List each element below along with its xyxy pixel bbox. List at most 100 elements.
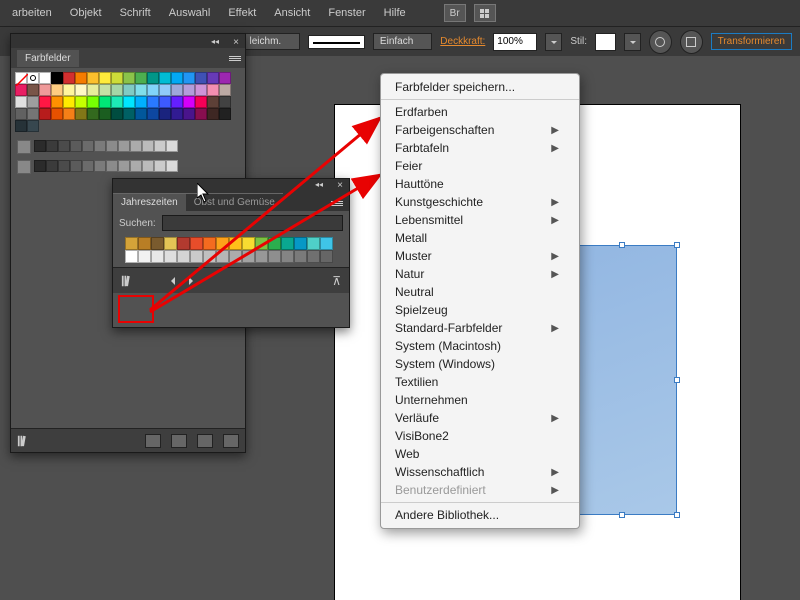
swatch[interactable] bbox=[70, 160, 82, 172]
swatch[interactable] bbox=[177, 250, 190, 263]
swatch[interactable] bbox=[307, 237, 320, 250]
opacity-input[interactable] bbox=[493, 33, 537, 51]
swatch[interactable] bbox=[195, 96, 207, 108]
swatch[interactable] bbox=[118, 160, 130, 172]
swatch[interactable] bbox=[320, 237, 333, 250]
menu-type[interactable]: Schrift bbox=[112, 3, 159, 23]
menu-item[interactable]: Erdfarben bbox=[381, 103, 579, 121]
swatch[interactable] bbox=[294, 237, 307, 250]
library-icon[interactable] bbox=[17, 434, 31, 448]
sel-handle[interactable] bbox=[619, 242, 625, 248]
swatch[interactable] bbox=[281, 237, 294, 250]
menu-item[interactable]: Farbeigenschaften▶ bbox=[381, 121, 579, 139]
close-icon[interactable]: × bbox=[337, 180, 343, 191]
swatch[interactable] bbox=[118, 140, 130, 152]
swatch[interactable] bbox=[39, 72, 51, 84]
panel-menu-icon[interactable] bbox=[331, 201, 343, 211]
menu-item[interactable]: Wissenschaftlich▶ bbox=[381, 463, 579, 481]
swatch[interactable] bbox=[27, 120, 39, 132]
swatch[interactable] bbox=[75, 84, 87, 96]
swatch[interactable] bbox=[147, 72, 159, 84]
swatch[interactable] bbox=[99, 108, 111, 120]
menu-item[interactable]: Standard-Farbfelder▶ bbox=[381, 319, 579, 337]
menu-select[interactable]: Auswahl bbox=[161, 3, 219, 23]
next-library-icon[interactable] bbox=[189, 277, 197, 285]
menu-item[interactable]: Unternehmen bbox=[381, 391, 579, 409]
menu-item-other-library[interactable]: Andere Bibliothek... bbox=[381, 506, 579, 524]
panel-menu-icon[interactable] bbox=[229, 56, 241, 66]
swatch[interactable] bbox=[123, 108, 135, 120]
swatch[interactable] bbox=[87, 108, 99, 120]
panel-drag-bar[interactable]: ◂◂ × bbox=[11, 34, 245, 48]
swatch[interactable] bbox=[195, 84, 207, 96]
swatch[interactable] bbox=[183, 84, 195, 96]
swatch[interactable] bbox=[87, 72, 99, 84]
swatch[interactable] bbox=[171, 96, 183, 108]
stroke-style-select[interactable]: Einfach bbox=[373, 33, 432, 50]
menu-help[interactable]: Hilfe bbox=[376, 3, 414, 23]
swatch[interactable] bbox=[99, 96, 111, 108]
swatch[interactable] bbox=[27, 96, 39, 108]
swatch[interactable] bbox=[207, 84, 219, 96]
menu-item[interactable]: VisiBone2 bbox=[381, 427, 579, 445]
swatch[interactable] bbox=[195, 72, 207, 84]
swatch[interactable] bbox=[138, 237, 151, 250]
swatch[interactable] bbox=[82, 160, 94, 172]
swatch[interactable] bbox=[99, 72, 111, 84]
menu-item[interactable]: Lebensmittel▶ bbox=[381, 211, 579, 229]
swatch[interactable] bbox=[159, 96, 171, 108]
swatch[interactable] bbox=[123, 72, 135, 84]
swatch[interactable] bbox=[207, 96, 219, 108]
swatch[interactable] bbox=[63, 108, 75, 120]
swatch[interactable] bbox=[190, 250, 203, 263]
swatch[interactable] bbox=[171, 84, 183, 96]
swatch[interactable] bbox=[207, 72, 219, 84]
show-options-icon[interactable] bbox=[145, 434, 161, 448]
swatch[interactable] bbox=[242, 237, 255, 250]
menu-item[interactable]: Neutral bbox=[381, 283, 579, 301]
swatch[interactable] bbox=[58, 140, 70, 152]
delete-swatch-icon[interactable] bbox=[223, 434, 239, 448]
swatch[interactable] bbox=[63, 72, 75, 84]
panel-tab-swatches[interactable]: Farbfelder bbox=[17, 50, 79, 67]
collapse-icon[interactable]: ◂◂ bbox=[315, 180, 323, 189]
swatch[interactable] bbox=[125, 237, 138, 250]
swatch[interactable] bbox=[51, 84, 63, 96]
swatch[interactable] bbox=[307, 250, 320, 263]
swatch[interactable] bbox=[15, 108, 27, 120]
swatch[interactable] bbox=[106, 160, 118, 172]
style-dropdown[interactable] bbox=[624, 33, 641, 51]
swatch[interactable] bbox=[183, 72, 195, 84]
transform-button[interactable]: Transformieren bbox=[711, 33, 792, 50]
swatch[interactable] bbox=[87, 96, 99, 108]
swatch[interactable] bbox=[94, 140, 106, 152]
menu-item[interactable]: Farbtafeln▶ bbox=[381, 139, 579, 157]
swatch[interactable] bbox=[39, 96, 51, 108]
swatch[interactable] bbox=[255, 237, 268, 250]
menu-item[interactable]: System (Macintosh) bbox=[381, 337, 579, 355]
swatch[interactable] bbox=[203, 237, 216, 250]
swatch[interactable] bbox=[34, 140, 46, 152]
swatch[interactable] bbox=[268, 250, 281, 263]
bridge-icon[interactable]: Br bbox=[444, 4, 466, 22]
menu-item[interactable]: Textilien bbox=[381, 373, 579, 391]
menu-object[interactable]: Objekt bbox=[62, 3, 110, 23]
swatch[interactable] bbox=[135, 96, 147, 108]
swatch[interactable] bbox=[39, 108, 51, 120]
swatch[interactable] bbox=[135, 84, 147, 96]
sel-handle[interactable] bbox=[674, 512, 680, 518]
swatch[interactable] bbox=[99, 84, 111, 96]
menu-effect[interactable]: Effekt bbox=[220, 3, 264, 23]
tab-seasons[interactable]: Jahreszeiten bbox=[113, 193, 186, 211]
swatch[interactable] bbox=[219, 72, 231, 84]
swatch-registration[interactable] bbox=[27, 72, 39, 84]
swatch[interactable] bbox=[46, 140, 58, 152]
menu-item[interactable]: Kunstgeschichte▶ bbox=[381, 193, 579, 211]
swatch[interactable] bbox=[164, 237, 177, 250]
swatch[interactable] bbox=[195, 108, 207, 120]
new-swatch-icon[interactable] bbox=[197, 434, 213, 448]
menu-view[interactable]: Ansicht bbox=[266, 3, 318, 23]
swatch[interactable] bbox=[111, 72, 123, 84]
swatch[interactable] bbox=[94, 160, 106, 172]
swatch[interactable] bbox=[39, 84, 51, 96]
